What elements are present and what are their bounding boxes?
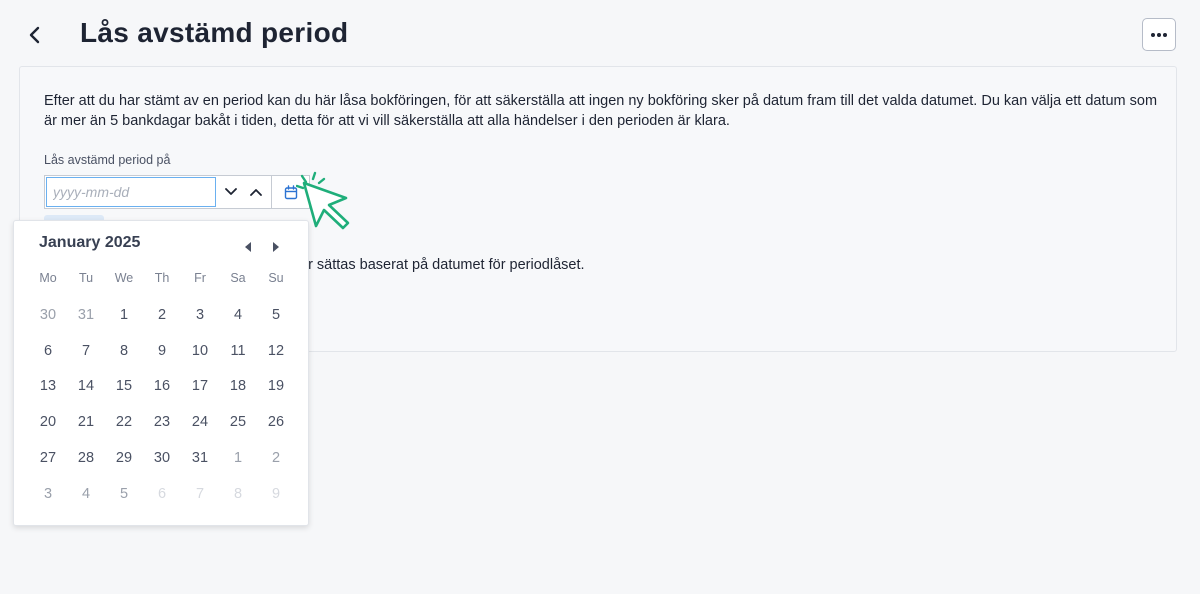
date-field-label: Lås avstämd period på (44, 153, 171, 167)
calendar-day[interactable]: 31 (67, 297, 105, 333)
calendar-day[interactable]: 27 (29, 440, 67, 476)
calendar-day[interactable]: 3 (29, 476, 67, 512)
calendar-day[interactable]: 20 (29, 404, 67, 440)
calendar-day[interactable]: 21 (67, 404, 105, 440)
calendar-day[interactable]: 22 (105, 404, 143, 440)
calendar-day: 8 (233, 485, 243, 502)
calendar-day[interactable]: 10 (181, 333, 219, 369)
calendar-day[interactable]: 5 (257, 297, 295, 333)
calendar-day[interactable]: 11 (219, 333, 257, 369)
calendar-day[interactable]: 1 (105, 297, 143, 333)
info-text: er sättas baserat på datumet för periodl… (300, 257, 585, 273)
calendar-day[interactable]: 13 (29, 369, 67, 405)
caret-left-icon (245, 242, 251, 252)
calendar-day[interactable]: 24 (181, 404, 219, 440)
weekday-label: Sa (230, 271, 246, 285)
page-header: Lås avstämd period (0, 0, 1200, 66)
more-options-button[interactable] (1142, 18, 1176, 51)
weekday-label: Fr (194, 271, 206, 285)
chevron-up-icon (249, 189, 262, 196)
calendar-day[interactable]: 16 (143, 369, 181, 405)
calendar-day[interactable]: 17 (181, 369, 219, 405)
calendar-day[interactable]: 31 (181, 440, 219, 476)
back-button[interactable] (22, 22, 48, 48)
calendar-day[interactable]: 4 (219, 297, 257, 333)
decrement-date-button[interactable] (218, 176, 243, 208)
calendar-day[interactable]: 6 (29, 333, 67, 369)
weekday-label: Mo (39, 271, 57, 285)
calendar-day[interactable]: 29 (105, 440, 143, 476)
calendar-day[interactable]: 12 (257, 333, 295, 369)
calendar-days-grid: 30 31 1 2 3 4 5 6 7 8 9 10 11 12 13 14 15 16 17 18 19 20 21 22 2… (29, 297, 295, 512)
weekday-label: Tu (78, 271, 94, 285)
calendar-day[interactable]: 30 (29, 297, 67, 333)
next-month-button[interactable] (268, 239, 284, 255)
weekday-header: Mo Tu We Th Fr Sa Su (29, 271, 295, 285)
calendar-day[interactable]: 1 (219, 440, 257, 476)
calendar-day[interactable]: 5 (105, 476, 143, 512)
calendar-day[interactable]: 18 (219, 369, 257, 405)
calendar-day[interactable]: 9 (143, 333, 181, 369)
increment-date-button[interactable] (243, 176, 268, 208)
calendar-day: 7 (195, 485, 205, 502)
page-title: Lås avstämd period (80, 17, 349, 48)
weekday-label: Th (154, 271, 170, 285)
calendar-day[interactable]: 14 (67, 369, 105, 405)
description-text: Efter att du har stämt av en period kan … (44, 93, 1158, 129)
calendar-day[interactable]: 8 (105, 333, 143, 369)
calendar-day[interactable]: 25 (219, 404, 257, 440)
date-picker-field (44, 175, 310, 209)
field-divider (271, 176, 272, 208)
calendar-day[interactable]: 2 (257, 440, 295, 476)
caret-right-icon (273, 242, 279, 252)
calendar-popover: January 2025 Mo Tu We Th Fr Sa Su 30 31 1 2… (13, 220, 309, 526)
calendar-day[interactable]: 26 (257, 404, 295, 440)
date-input[interactable] (46, 177, 216, 207)
calendar-month-label: January 2025 (39, 234, 141, 251)
calendar-day[interactable]: 15 (105, 369, 143, 405)
more-horizontal-icon (1151, 32, 1167, 37)
calendar-day[interactable]: 7 (67, 333, 105, 369)
calendar-day: 6 (157, 485, 167, 502)
chevron-left-icon (29, 26, 40, 44)
previous-month-button[interactable] (240, 239, 256, 255)
calendar-day: 9 (271, 485, 281, 502)
weekday-label: Su (268, 271, 284, 285)
calendar-day[interactable]: 30 (143, 440, 181, 476)
calendar-day[interactable]: 4 (67, 476, 105, 512)
calendar-day[interactable]: 2 (143, 297, 181, 333)
calendar-day[interactable]: 19 (257, 369, 295, 405)
weekday-label: We (114, 271, 134, 285)
chevron-down-icon (224, 188, 237, 195)
calendar-day[interactable]: 3 (181, 297, 219, 333)
calendar-day[interactable]: 23 (143, 404, 181, 440)
calendar-day[interactable]: 28 (67, 440, 105, 476)
